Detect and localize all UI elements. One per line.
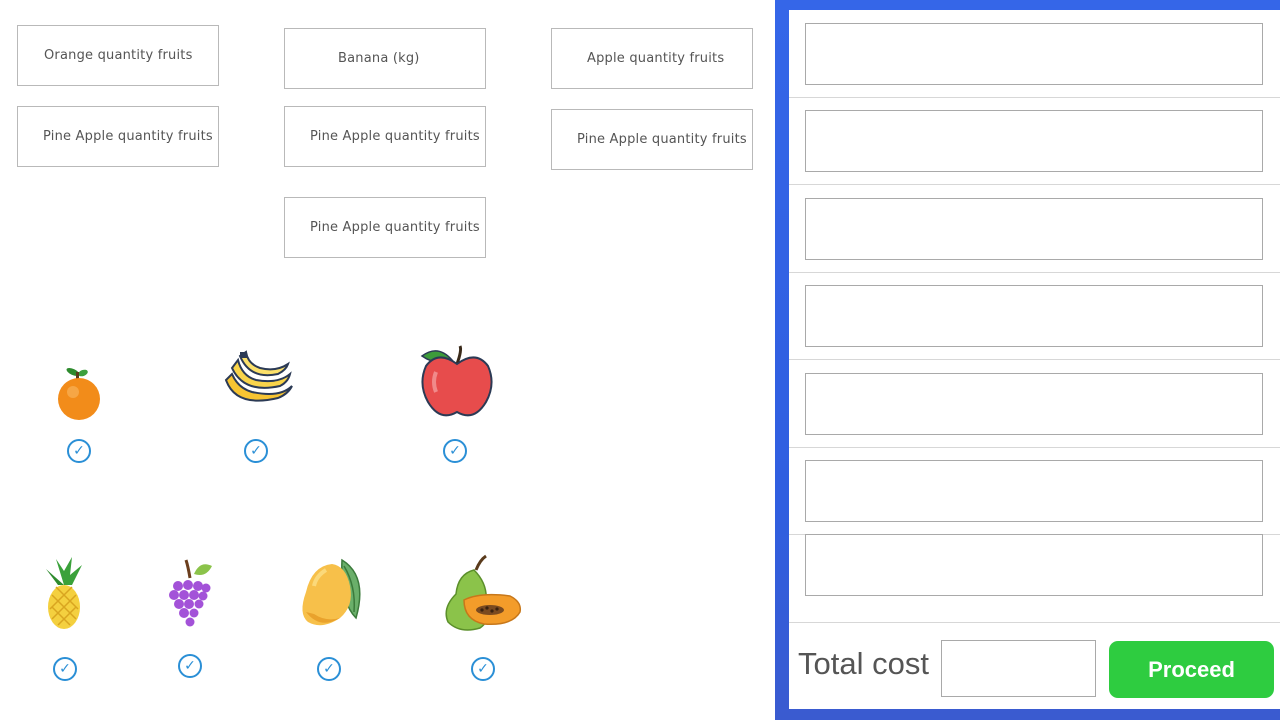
orange-check-button[interactable]: ✓ [67, 439, 91, 463]
order-row-field-1[interactable] [805, 23, 1263, 85]
order-row-field-6[interactable] [805, 460, 1263, 522]
row-divider [789, 359, 1280, 360]
papaya-quantity-label: Pine Apple quantity fruits [310, 220, 480, 235]
grapes-check-button[interactable]: ✓ [178, 654, 202, 678]
banana-quantity-label: Banana (kg) [338, 51, 420, 66]
orange-icon [58, 367, 100, 420]
papaya-check-button[interactable]: ✓ [471, 657, 495, 681]
apple-icon [420, 345, 493, 417]
order-row-field-3[interactable] [805, 198, 1263, 260]
pineapple-check-button[interactable]: ✓ [53, 657, 77, 681]
papaya-icon [445, 554, 522, 631]
orange-quantity-box[interactable]: Orange quantity fruits [17, 25, 219, 86]
proceed-button[interactable]: Proceed [1109, 641, 1274, 698]
orange-quantity-label: Orange quantity fruits [44, 48, 193, 63]
order-row-field-7[interactable] [805, 534, 1263, 596]
grapes-quantity-box[interactable]: Pine Apple quantity fruits [284, 106, 486, 167]
total-cost-label: Total cost [798, 646, 929, 681]
row-divider [789, 622, 1280, 623]
pineapple-quantity-box[interactable]: Pine Apple quantity fruits [17, 106, 219, 167]
banana-icon [224, 350, 293, 402]
grapes-quantity-label: Pine Apple quantity fruits [310, 129, 480, 144]
mango-check-button[interactable]: ✓ [317, 657, 341, 681]
mango-icon [302, 558, 361, 626]
banana-quantity-box[interactable]: Banana (kg) [284, 28, 486, 89]
row-divider [789, 447, 1280, 448]
order-row-field-5[interactable] [805, 373, 1263, 435]
order-row-field-4[interactable] [805, 285, 1263, 347]
pineapple-quantity-label: Pine Apple quantity fruits [43, 129, 213, 144]
apple-quantity-label: Apple quantity fruits [587, 51, 725, 66]
papaya-quantity-box[interactable]: Pine Apple quantity fruits [284, 197, 486, 258]
mango-quantity-label: Pine Apple quantity fruits [577, 132, 747, 147]
row-divider [789, 184, 1280, 185]
banana-check-button[interactable]: ✓ [244, 439, 268, 463]
row-divider [789, 272, 1280, 273]
order-row-field-2[interactable] [805, 110, 1263, 172]
total-cost-field[interactable] [941, 640, 1096, 697]
pineapple-icon [46, 557, 82, 629]
apple-quantity-box[interactable]: Apple quantity fruits [551, 28, 753, 89]
mango-quantity-box[interactable]: Pine Apple quantity fruits [551, 109, 753, 170]
apple-check-button[interactable]: ✓ [443, 439, 467, 463]
row-divider [789, 97, 1280, 98]
grapes-icon [169, 559, 212, 627]
